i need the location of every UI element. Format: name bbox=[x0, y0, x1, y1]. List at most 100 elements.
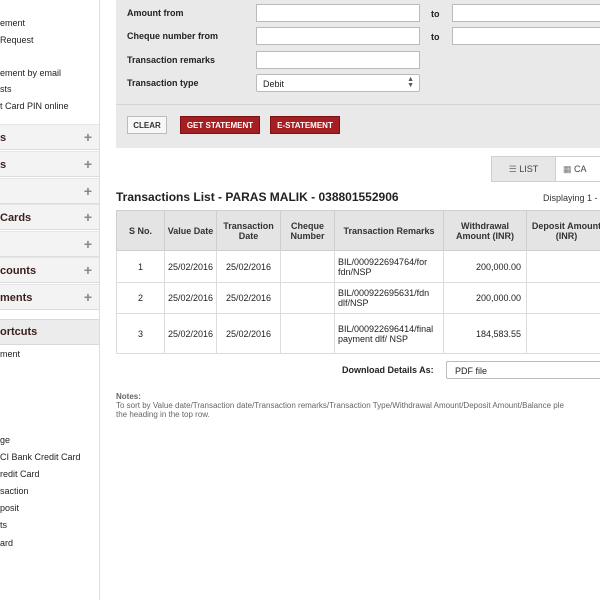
transaction-remarks-input[interactable] bbox=[256, 51, 420, 69]
calendar-view-label: CA bbox=[574, 164, 587, 174]
cell-remarks: BIL/000922694764/for fdn/NSP bbox=[334, 250, 444, 283]
shortcut-link-deposit[interactable]: posit bbox=[0, 503, 19, 513]
col-header-cheque-number[interactable]: Cheque Number bbox=[280, 210, 335, 251]
select-arrows-icon: ▲ ▼ bbox=[407, 76, 414, 89]
list-view-tab[interactable]: ☰ LIST bbox=[491, 156, 556, 182]
cell-cheque bbox=[280, 313, 335, 354]
sidebar-section-label: ments bbox=[0, 292, 33, 304]
list-view-label: LIST bbox=[519, 164, 539, 174]
displaying-count: Displaying 1 - bbox=[543, 193, 598, 203]
sidebar-section-5[interactable]: + bbox=[0, 231, 99, 257]
shortcut-link-transaction[interactable]: saction bbox=[0, 486, 29, 496]
cheque-to-input[interactable] bbox=[452, 27, 600, 45]
cheque-to-label: to bbox=[431, 32, 440, 42]
cell-withdrawal: 200,000.00 bbox=[443, 250, 527, 283]
col-header-remarks[interactable]: Transaction Remarks bbox=[334, 210, 444, 251]
expand-plus-icon[interactable]: + bbox=[84, 157, 92, 171]
expand-plus-icon[interactable]: + bbox=[84, 237, 92, 251]
cheque-from-label: Cheque number from bbox=[127, 31, 219, 41]
sidebar-section-accounts[interactable]: counts + bbox=[0, 257, 99, 283]
sidebar-shortcuts-header: ortcuts bbox=[0, 319, 99, 345]
cell-s-no: 3 bbox=[116, 313, 165, 354]
transactions-table: S No. Value Date Transaction Date Cheque… bbox=[116, 210, 600, 354]
shortcuts-label: ortcuts bbox=[0, 326, 38, 338]
sidebar-link-request[interactable]: Request bbox=[0, 35, 34, 45]
expand-plus-icon[interactable]: + bbox=[84, 290, 92, 304]
sidebar-section-payments[interactable]: ments + bbox=[0, 284, 99, 310]
sidebar-section-label: s bbox=[0, 159, 7, 171]
calendar-view-tab[interactable]: ▦ CA bbox=[556, 156, 600, 182]
get-statement-button[interactable]: GET STATEMENT bbox=[180, 116, 260, 134]
amount-to-input[interactable] bbox=[452, 4, 600, 22]
sidebar-section-label: Cards bbox=[0, 212, 32, 224]
col-header-withdrawal[interactable]: Withdrawal Amount (INR) bbox=[443, 210, 527, 251]
download-format-value: PDF file bbox=[455, 366, 488, 376]
transaction-remarks-label: Transaction remarks bbox=[127, 55, 216, 65]
sidebar-link-card-pin[interactable]: t Card PIN online bbox=[0, 101, 69, 111]
table-row: 1 25/02/2016 25/02/2016 BIL/000922694764… bbox=[116, 250, 600, 283]
download-label: Download Details As: bbox=[342, 365, 434, 375]
cell-transaction-date: 25/02/2016 bbox=[216, 282, 281, 314]
col-header-transaction-date[interactable]: Transaction Date bbox=[216, 210, 281, 251]
cell-remarks: BIL/000922696414/final payment dlf/ NSP bbox=[334, 313, 444, 354]
expand-plus-icon[interactable]: + bbox=[84, 184, 92, 198]
transaction-type-value: Debit bbox=[263, 79, 285, 89]
col-header-deposit[interactable]: Deposit Amount (INR) bbox=[526, 210, 600, 251]
expand-plus-icon[interactable]: + bbox=[84, 210, 92, 224]
shortcut-link-recharge[interactable]: ge bbox=[0, 435, 10, 445]
amount-from-input[interactable] bbox=[256, 4, 420, 22]
sidebar-link-statement[interactable]: ement bbox=[0, 18, 25, 28]
shortcut-link-credit-card-bill[interactable]: CI Bank Credit Card bbox=[0, 452, 81, 462]
shortcut-link-statement[interactable]: ment bbox=[0, 349, 20, 359]
shortcut-link-requests[interactable]: ts bbox=[0, 520, 7, 530]
transaction-type-select[interactable]: Debit ▲ ▼ bbox=[256, 74, 420, 92]
sidebar-section-3[interactable]: + bbox=[0, 178, 99, 204]
amount-to-label: to bbox=[431, 9, 440, 19]
sidebar-section-2[interactable]: s + bbox=[0, 151, 99, 177]
transaction-type-label: Transaction type bbox=[127, 78, 199, 88]
transactions-title: Transactions List - PARAS MALIK - 038801… bbox=[116, 190, 399, 204]
cell-s-no: 1 bbox=[116, 250, 165, 283]
notes-line-2: the heading in the top row. bbox=[116, 410, 210, 419]
sidebar-link-statement-email[interactable]: ement by email bbox=[0, 68, 61, 78]
cell-deposit bbox=[526, 250, 600, 283]
cell-cheque bbox=[280, 282, 335, 314]
sidebar: ement Request ement by email sts t Card … bbox=[0, 0, 100, 600]
cell-transaction-date: 25/02/2016 bbox=[216, 313, 281, 354]
amount-from-label: Amount from bbox=[127, 8, 184, 18]
cell-value-date: 25/02/2016 bbox=[164, 282, 217, 314]
notes-heading: Notes: bbox=[116, 392, 141, 401]
sidebar-link-requests[interactable]: sts bbox=[0, 84, 12, 94]
expand-plus-icon[interactable]: + bbox=[84, 130, 92, 144]
notes: Notes: To sort by Value date/Transaction… bbox=[116, 392, 600, 419]
shortcut-link-credit-card[interactable]: redit Card bbox=[0, 469, 40, 479]
cheque-from-input[interactable] bbox=[256, 27, 420, 45]
expand-plus-icon[interactable]: + bbox=[84, 263, 92, 277]
statement-filter-panel: Amount from to Cheque number from to Tra… bbox=[116, 0, 600, 148]
e-statement-button[interactable]: E-STATEMENT bbox=[270, 116, 340, 134]
clear-button[interactable]: CLEAR bbox=[127, 116, 167, 134]
filter-divider bbox=[116, 104, 600, 105]
list-icon: ☰ bbox=[508, 164, 517, 174]
cell-cheque bbox=[280, 250, 335, 283]
sidebar-section-1[interactable]: s + bbox=[0, 124, 99, 150]
cell-value-date: 25/02/2016 bbox=[164, 250, 217, 283]
download-format-select[interactable]: PDF file bbox=[446, 361, 600, 379]
col-header-s-no[interactable]: S No. bbox=[116, 210, 165, 251]
sidebar-section-label: s bbox=[0, 132, 7, 144]
cell-transaction-date: 25/02/2016 bbox=[216, 250, 281, 283]
table-row: 2 25/02/2016 25/02/2016 BIL/000922695631… bbox=[116, 282, 600, 314]
sidebar-section-cards[interactable]: Cards + bbox=[0, 204, 99, 230]
sidebar-section-label: counts bbox=[0, 265, 37, 277]
notes-line-1: To sort by Value date/Transaction date/T… bbox=[116, 401, 564, 410]
col-header-value-date[interactable]: Value Date bbox=[164, 210, 217, 251]
calendar-icon: ▦ bbox=[563, 164, 572, 174]
cell-withdrawal: 200,000.00 bbox=[443, 282, 527, 314]
cell-remarks: BIL/000922695631/fdn dlf/NSP bbox=[334, 282, 444, 314]
table-row: 3 25/02/2016 25/02/2016 BIL/000922696414… bbox=[116, 313, 600, 354]
cell-withdrawal: 184,583.55 bbox=[443, 313, 527, 354]
table-header-row: S No. Value Date Transaction Date Cheque… bbox=[116, 210, 600, 251]
shortcut-link-card[interactable]: ard bbox=[0, 538, 13, 548]
cell-s-no: 2 bbox=[116, 282, 165, 314]
view-toggle: ☰ LIST ▦ CA bbox=[491, 156, 600, 182]
